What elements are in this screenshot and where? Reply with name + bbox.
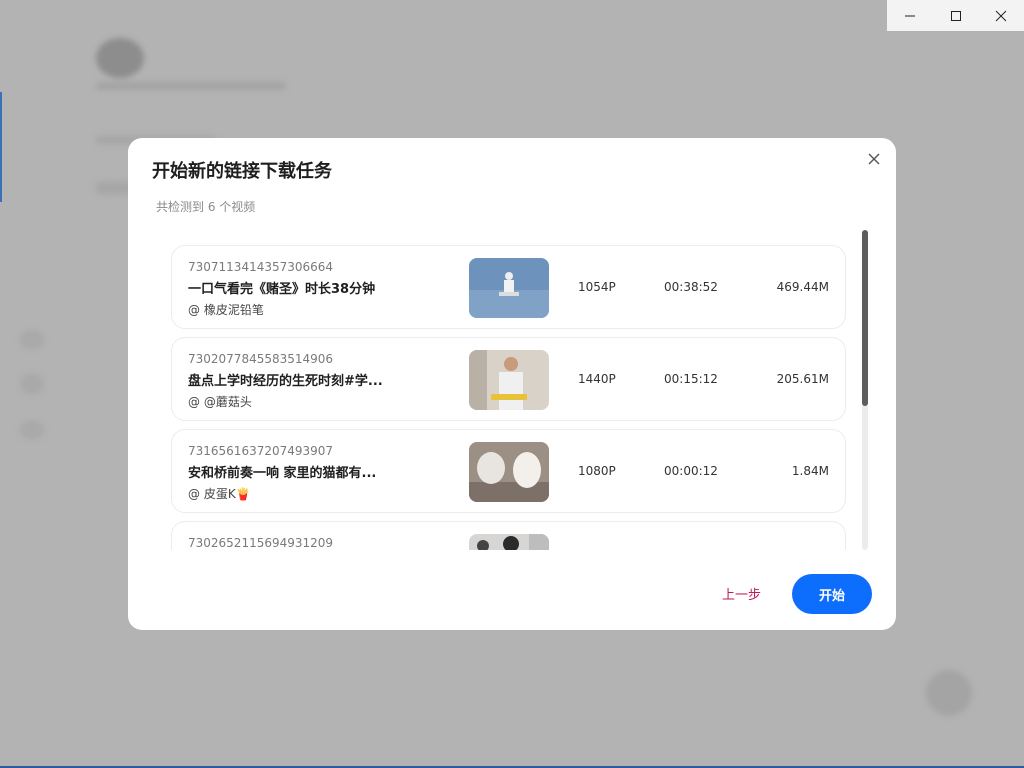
video-author: @ 橡皮泥铅笔 — [188, 303, 264, 317]
video-list-item[interactable]: 7302652115694931209 — [171, 521, 846, 550]
window-edge — [0, 92, 2, 202]
video-list-item[interactable]: 7316561637207493907 安和桥前奏一响 家里的猫都有... @ … — [171, 429, 846, 513]
video-size: 469.44M — [776, 280, 829, 294]
video-thumbnail — [469, 534, 549, 550]
video-duration: 00:15:12 — [664, 372, 718, 386]
video-resolution: 1080P — [578, 464, 616, 478]
maximize-button[interactable] — [933, 0, 979, 31]
background-sidebar-icon — [20, 330, 44, 350]
video-list-item[interactable]: 7307113414357306664 一口气看完《赌圣》时长38分钟 @ 橡皮… — [171, 245, 846, 329]
dialog-close-button[interactable] — [864, 149, 884, 169]
video-title: 盘点上学时经历的生死时刻#学... — [188, 374, 383, 389]
background-text-placeholder — [96, 82, 286, 90]
close-window-button[interactable] — [978, 0, 1024, 31]
background-sidebar-icon — [20, 374, 44, 394]
video-author: @ @蘑菇头 — [188, 395, 252, 409]
video-duration: 00:00:12 — [664, 464, 718, 478]
video-id: 7316561637207493907 — [188, 444, 334, 458]
video-id: 7302077845583514906 — [188, 352, 334, 366]
minimize-button[interactable] — [887, 0, 933, 31]
close-icon — [995, 10, 1007, 21]
video-resolution: 1440P — [578, 372, 616, 386]
video-title: 安和桥前奏一响 家里的猫都有... — [188, 466, 377, 481]
dialog-title: 开始新的链接下载任务 — [152, 161, 332, 182]
minimize-icon — [904, 15, 915, 16]
background-avatar — [96, 38, 144, 78]
video-thumbnail — [469, 350, 549, 410]
download-task-dialog: 开始新的链接下载任务 共检测到 6 个视频 730711341435730666… — [128, 138, 896, 630]
video-list-item[interactable]: 7302077845583514906 盘点上学时经历的生死时刻#学... @ … — [171, 337, 846, 421]
video-list[interactable]: 7307113414357306664 一口气看完《赌圣》时长38分钟 @ 橡皮… — [164, 230, 868, 550]
close-icon — [868, 153, 880, 165]
video-id: 7307113414357306664 — [188, 260, 334, 274]
video-resolution: 1054P — [578, 280, 616, 294]
video-size: 1.84M — [791, 464, 829, 478]
start-button[interactable]: 开始 — [792, 574, 872, 614]
video-size: 205.61M — [776, 372, 829, 386]
video-author: @ 皮蛋K🍟 — [188, 487, 251, 501]
scrollbar-thumb[interactable] — [862, 230, 868, 406]
video-thumbnail — [469, 442, 549, 502]
window-titlebar — [887, 0, 1024, 31]
background-floating-button — [926, 670, 972, 716]
background-sidebar-icon — [20, 420, 44, 440]
video-thumbnail — [469, 258, 549, 318]
video-id: 7302652115694931209 — [188, 536, 334, 550]
video-duration: 00:38:52 — [664, 280, 718, 294]
maximize-icon — [950, 10, 961, 21]
list-scrollbar[interactable] — [862, 230, 868, 550]
video-count-text: 共检测到 6 个视频 — [156, 200, 256, 214]
video-title: 一口气看完《赌圣》时长38分钟 — [188, 282, 376, 297]
previous-step-button[interactable]: 上一步 — [722, 584, 761, 603]
